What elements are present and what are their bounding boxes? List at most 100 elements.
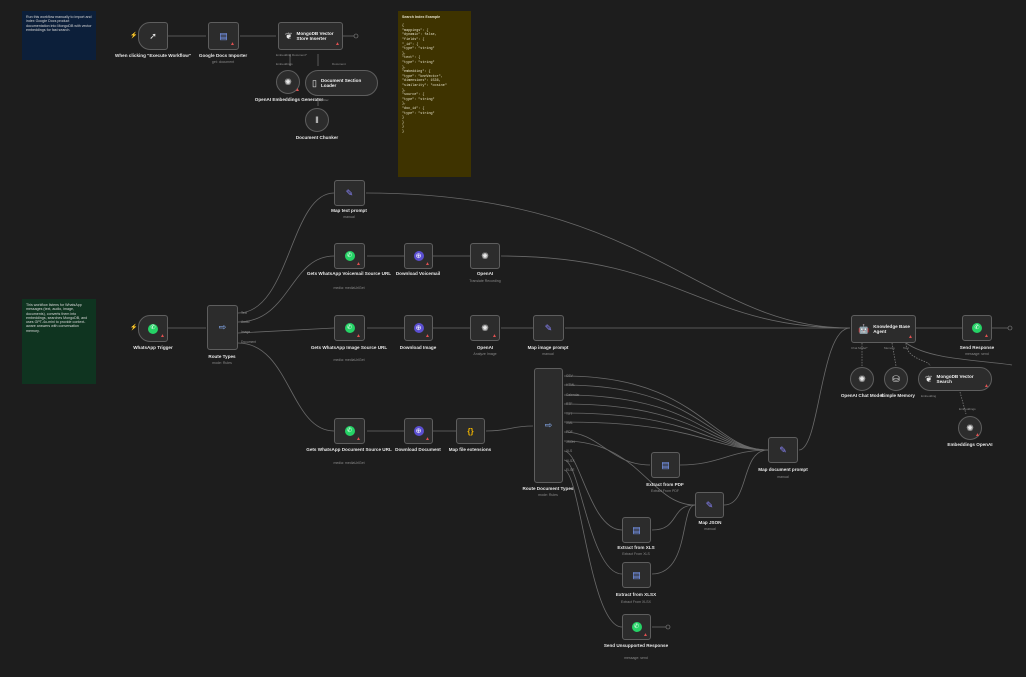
mongodb-icon: ❦ bbox=[925, 373, 933, 384]
openai-icon: ✺ bbox=[481, 322, 489, 333]
port-labels: Embedding Document* bbox=[276, 53, 307, 57]
openai-icon: ✺ bbox=[481, 250, 489, 261]
node-label: Gets WhatsApp Image Source URL bbox=[310, 345, 388, 350]
node-extract-xlsx[interactable]: ▤ bbox=[622, 562, 651, 588]
node-map-text-prompt[interactable]: ✎ bbox=[334, 180, 365, 206]
node-label: Extract from XLS bbox=[617, 545, 655, 550]
whatsapp-icon: ✆ bbox=[344, 426, 355, 436]
node-subtitle: manual bbox=[542, 352, 554, 356]
database-icon: ⛁ bbox=[892, 373, 900, 384]
node-subtitle: message: send bbox=[965, 352, 989, 356]
warning-icon: ▲ bbox=[908, 334, 913, 340]
openai-icon: ✺ bbox=[858, 373, 866, 384]
extract-icon: ▤ bbox=[661, 459, 670, 470]
node-label: Gets WhatsApp Document Source URL bbox=[306, 447, 392, 452]
port-label: PDF bbox=[566, 430, 573, 435]
node-label: Simple Memory bbox=[881, 393, 915, 398]
node-label: Gets WhatsApp Voicemail Source URL bbox=[306, 271, 392, 276]
node-label: Download Document bbox=[395, 447, 441, 452]
warning-icon: ▲ bbox=[425, 333, 430, 339]
node-subtitle: media: mediaUrlGet bbox=[333, 358, 365, 362]
sticky-note-whatsapp[interactable]: This workflow listens for WhatsApp messa… bbox=[22, 299, 96, 384]
node-label: Extract from XLSX bbox=[615, 592, 657, 597]
node-label: Map document prompt bbox=[758, 467, 808, 472]
node-label: Document Chunker bbox=[295, 135, 339, 140]
node-label: Route Types bbox=[208, 354, 236, 359]
port-label: ELSE bbox=[566, 468, 575, 472]
sticky-note-search-index[interactable]: Search Index Example { "mappings": { "dy… bbox=[398, 11, 471, 177]
port-label: JSON bbox=[566, 439, 575, 444]
whatsapp-icon: ✆ bbox=[344, 323, 355, 333]
warning-icon: ▲ bbox=[643, 632, 648, 638]
globe-icon: ⊕ bbox=[413, 426, 424, 436]
node-execute-workflow[interactable]: ➚ bbox=[138, 22, 168, 50]
mongodb-icon: ❦ bbox=[285, 30, 293, 41]
extract-icon: ▤ bbox=[632, 569, 641, 580]
port-label: Text Splitter bbox=[313, 98, 329, 102]
node-subtitle: get: document bbox=[211, 60, 235, 64]
node-label: Download Image bbox=[399, 345, 437, 350]
port-label: Text bbox=[241, 311, 248, 315]
splitter-icon: ‖ bbox=[315, 114, 319, 125]
node-label: Map image prompt bbox=[527, 345, 569, 350]
node-subtitle: Extract From XLS bbox=[622, 552, 650, 556]
port-label: Embeddings bbox=[276, 62, 293, 66]
globe-icon: ⊕ bbox=[413, 251, 424, 261]
warning-icon: ▲ bbox=[984, 383, 989, 389]
node-subtitle: media: mediaUrlGet bbox=[333, 461, 365, 465]
note-text: Run this workflow manually to import and… bbox=[26, 15, 92, 32]
cursor-icon: ➚ bbox=[149, 30, 157, 41]
node-map-image-prompt[interactable]: ✎ bbox=[533, 315, 564, 341]
node-label: MongoDB Vector Search bbox=[936, 373, 974, 384]
trigger-bolt-icon: ⚡ bbox=[130, 325, 138, 331]
node-label: Extract from PDF bbox=[646, 482, 684, 487]
node-document-chunker[interactable]: ‖ bbox=[305, 108, 329, 132]
pen-icon: ✎ bbox=[345, 187, 354, 198]
google-docs-icon: ▤ bbox=[219, 30, 228, 41]
port-label: Image bbox=[241, 330, 251, 334]
port-label: XLSX bbox=[566, 458, 575, 463]
globe-icon: ⊕ bbox=[413, 323, 424, 333]
port-label: CSV bbox=[566, 374, 573, 378]
port-label: HTML bbox=[566, 383, 575, 388]
warning-icon: ▲ bbox=[160, 333, 165, 339]
warning-icon: ▲ bbox=[230, 41, 235, 47]
node-knowledge-base-agent[interactable]: 🤖 Knowledge Base Agent bbox=[851, 315, 916, 343]
port-label: Embeddings bbox=[959, 407, 976, 411]
port-label: RTF bbox=[566, 402, 573, 407]
route-icon: ⇨ bbox=[218, 322, 227, 332]
node-subtitle: media: mediaUrlGet bbox=[333, 286, 365, 290]
node-map-file-extensions[interactable]: {} bbox=[456, 418, 485, 444]
node-route-types[interactable]: ⇨ bbox=[207, 305, 238, 350]
warning-icon: ▲ bbox=[975, 432, 980, 438]
node-map-document-prompt[interactable]: ✎ bbox=[768, 437, 798, 463]
node-extract-pdf[interactable]: ▤ bbox=[651, 452, 680, 478]
whatsapp-icon: ✆ bbox=[148, 323, 158, 334]
note-title: Search Index Example bbox=[402, 15, 441, 19]
node-label: Document Section Loader bbox=[320, 77, 362, 88]
node-label: OpenAI bbox=[476, 271, 494, 276]
node-openai-transcribe[interactable]: ✺ bbox=[470, 243, 500, 269]
node-label: Map JSON bbox=[698, 520, 722, 525]
note-text: This workflow listens for WhatsApp messa… bbox=[26, 303, 88, 333]
whatsapp-icon: ✆ bbox=[344, 251, 355, 261]
openai-icon: ✺ bbox=[284, 76, 292, 87]
node-document-section-loader[interactable]: ▯ Document Section Loader bbox=[305, 70, 378, 96]
workflow-canvas[interactable]: Run this workflow manually to import and… bbox=[0, 0, 1026, 677]
warning-icon: ▲ bbox=[492, 333, 497, 339]
node-label: MongoDB Vector Store Inserter bbox=[296, 30, 334, 41]
port-label: Tool bbox=[903, 346, 909, 350]
node-route-document-types[interactable]: ⇨ bbox=[534, 368, 563, 483]
node-label: When clicking "Execute Workflow" bbox=[115, 53, 191, 58]
node-simple-memory[interactable]: ⛁ bbox=[884, 367, 908, 391]
node-mongodb-vector-store-inserter[interactable]: ❦ MongoDB Vector Store Inserter bbox=[278, 22, 343, 50]
sticky-note-import[interactable]: Run this workflow manually to import and… bbox=[22, 11, 96, 60]
port-label: XML bbox=[566, 421, 573, 425]
node-subtitle: mode: Rules bbox=[212, 361, 232, 365]
node-openai-chat-model[interactable]: ✺ bbox=[850, 367, 874, 391]
node-extract-xls[interactable]: ▤ bbox=[622, 517, 651, 543]
node-label: Send Unsupported Response bbox=[603, 643, 669, 648]
node-mongodb-vector-search[interactable]: ❦ MongoDB Vector Search bbox=[918, 367, 992, 391]
node-map-json[interactable]: ✎ bbox=[695, 492, 724, 518]
port-label: Audio bbox=[241, 320, 250, 324]
